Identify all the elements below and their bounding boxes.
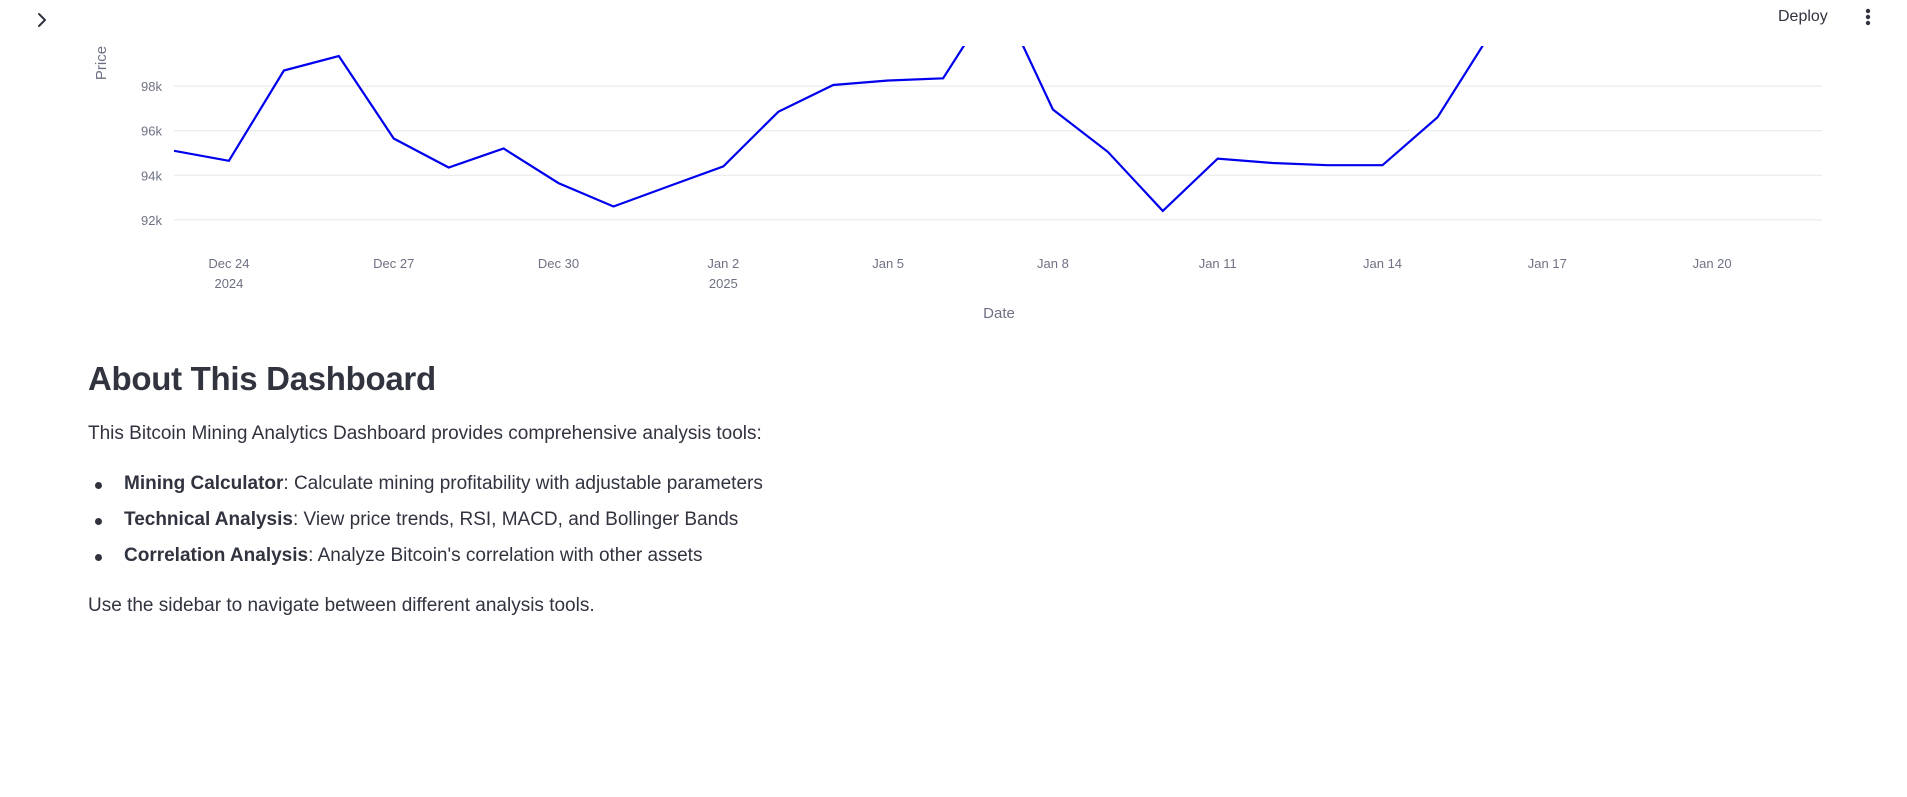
x-tick-label: Dec 30	[538, 256, 579, 271]
price-chart-svg[interactable]: 92k 94k 96k 98k Dec 24 2024 Dec 27 Dec 30 Jan 2…	[0, 0, 1907, 330]
about-footer: Use the sidebar to navigate between diff…	[88, 595, 595, 616]
x-tick-label: Jan 14	[1363, 256, 1402, 271]
bullet-icon	[95, 482, 102, 489]
x-tick-label: Jan 5	[872, 256, 904, 271]
vertical-ellipsis-icon	[1865, 8, 1871, 26]
about-intro: This Bitcoin Mining Analytics Dashboard …	[88, 423, 762, 444]
deploy-button[interactable]: Deploy	[1772, 4, 1834, 30]
chevron-right-icon	[38, 13, 46, 27]
x-axis-ticks: Dec 24 2024 Dec 27 Dec 30 Jan 2 2025 Jan 5 Jan …	[208, 256, 1731, 291]
x-tick-label: Jan 8	[1037, 256, 1069, 271]
feature-item-mining-calculator: Mining Calculator: Calculate mining prof…	[95, 470, 1288, 498]
y-axis-title: Price	[93, 46, 110, 80]
y-tick-label: 98k	[141, 79, 162, 94]
sidebar-toggle-button[interactable]	[30, 8, 54, 32]
y-tick-label: 94k	[141, 168, 162, 183]
feature-description: : View price trends, RSI, MACD, and Boll…	[292, 509, 739, 530]
y-axis-ticks: 92k 94k 96k 98k	[141, 79, 162, 228]
x-tick-label: Jan 17	[1528, 256, 1567, 271]
feature-item-correlation-analysis: Correlation Analysis: Analyze Bitcoin's …	[95, 542, 1288, 570]
feature-item-technical-analysis: Technical Analysis: View price trends, R…	[95, 506, 1288, 534]
bullet-icon	[95, 518, 102, 525]
main-menu-button[interactable]	[1856, 4, 1880, 30]
feature-list: Mining Calculator: Calculate mining prof…	[88, 470, 1288, 570]
feature-description: : Calculate mining profitability with ad…	[283, 473, 763, 494]
x-tick-label: Jan 11	[1199, 256, 1237, 271]
x-tick-label: Jan 2	[707, 256, 739, 271]
about-heading: About This Dashboard	[88, 360, 436, 397]
app-header: Deploy	[0, 0, 1907, 36]
feature-name: Correlation Analysis	[124, 545, 309, 566]
x-tick-label: Dec 27	[373, 256, 414, 271]
x-axis-title: Date	[983, 305, 1015, 322]
x-tick-label: Dec 24	[208, 256, 249, 271]
about-section: About This Dashboard This Bitcoin Mining…	[88, 360, 1288, 620]
x-tick-year-label: 2024	[214, 276, 243, 291]
feature-description: : Analyze Bitcoin's correlation with oth…	[308, 545, 703, 566]
x-tick-year-label: 2025	[709, 276, 738, 291]
feature-name: Mining Calculator	[124, 473, 284, 494]
price-chart[interactable]: 92k 94k 96k 98k Dec 24 2024 Dec 27 Dec 30 Jan 2…	[0, 0, 1907, 330]
feature-name: Technical Analysis	[124, 509, 293, 530]
y-tick-label: 92k	[141, 213, 162, 228]
bullet-icon	[95, 554, 102, 561]
x-tick-label: Jan 20	[1693, 256, 1732, 271]
y-tick-label: 96k	[141, 124, 162, 139]
